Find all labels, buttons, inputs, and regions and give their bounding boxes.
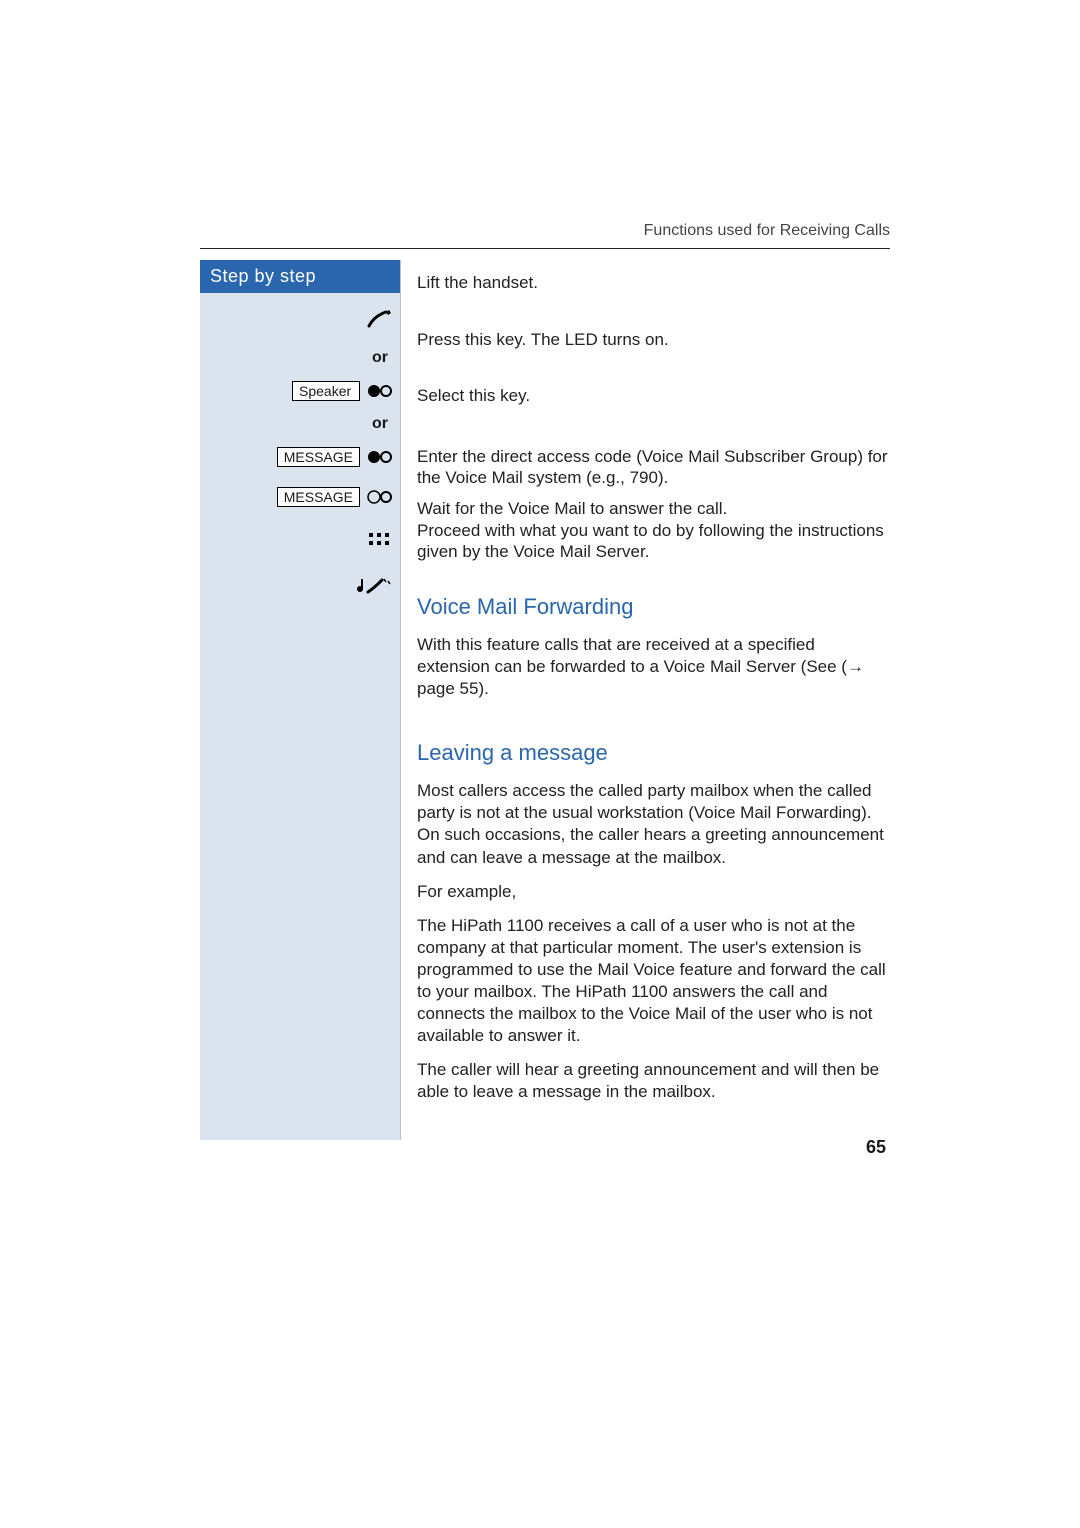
step-wait-answer — [200, 563, 400, 609]
leaving-p1: Most callers access the called party mai… — [417, 780, 890, 868]
step-enter-code — [200, 517, 400, 563]
led-on-icon — [366, 447, 392, 467]
instruction-dial-code: Enter the direct access code (Voice Mail… — [417, 446, 890, 489]
step-list: or Speaker or MESSAGE — [200, 293, 400, 609]
step-speaker-key: Speaker — [200, 371, 400, 411]
heading-leaving-message: Leaving a message — [417, 740, 890, 766]
instruction-wait: Wait for the Voice Mail to answer the ca… — [417, 498, 890, 562]
instruction-select-message: Select this key. — [417, 385, 890, 406]
or-label-1: or — [200, 345, 400, 371]
step-lift-handset — [200, 293, 400, 345]
running-head: Functions used for Receiving Calls — [644, 222, 890, 240]
message-key-button: MESSAGE — [277, 487, 360, 507]
keypad-icon — [366, 530, 392, 550]
step-message-key-on: MESSAGE — [200, 437, 400, 477]
document-page: Functions used for Receiving Calls Step … — [0, 0, 1080, 1528]
two-column-layout: Step by step or Speaker or — [200, 260, 890, 1140]
message-key-button: MESSAGE — [277, 447, 360, 467]
content-column: Lift the handset. Press this key. The LE… — [401, 260, 890, 1140]
header-rule — [200, 248, 890, 249]
music-handset-icon — [356, 576, 392, 596]
step-sidebar: Step by step or Speaker or — [200, 260, 401, 1140]
heading-voice-mail-forwarding: Voice Mail Forwarding — [417, 594, 890, 620]
leaving-p2: For example, — [417, 881, 890, 903]
led-on-icon — [366, 381, 392, 401]
leaving-p3: The HiPath 1100 receives a call of a use… — [417, 915, 890, 1048]
or-label-2: or — [200, 411, 400, 437]
instruction-speaker: Press this key. The LED turns on. — [417, 329, 890, 350]
led-off-icon — [366, 487, 392, 507]
step-message-key-off: MESSAGE — [200, 477, 400, 517]
speaker-key-button: Speaker — [292, 381, 360, 401]
leaving-p4: The caller will hear a greeting announce… — [417, 1059, 890, 1103]
instruction-lift: Lift the handset. — [417, 272, 890, 293]
page-number: 65 — [866, 1137, 886, 1158]
sidebar-title: Step by step — [200, 260, 400, 293]
forwarding-paragraph: With this feature calls that are receive… — [417, 634, 890, 700]
handset-lift-icon — [366, 309, 392, 329]
